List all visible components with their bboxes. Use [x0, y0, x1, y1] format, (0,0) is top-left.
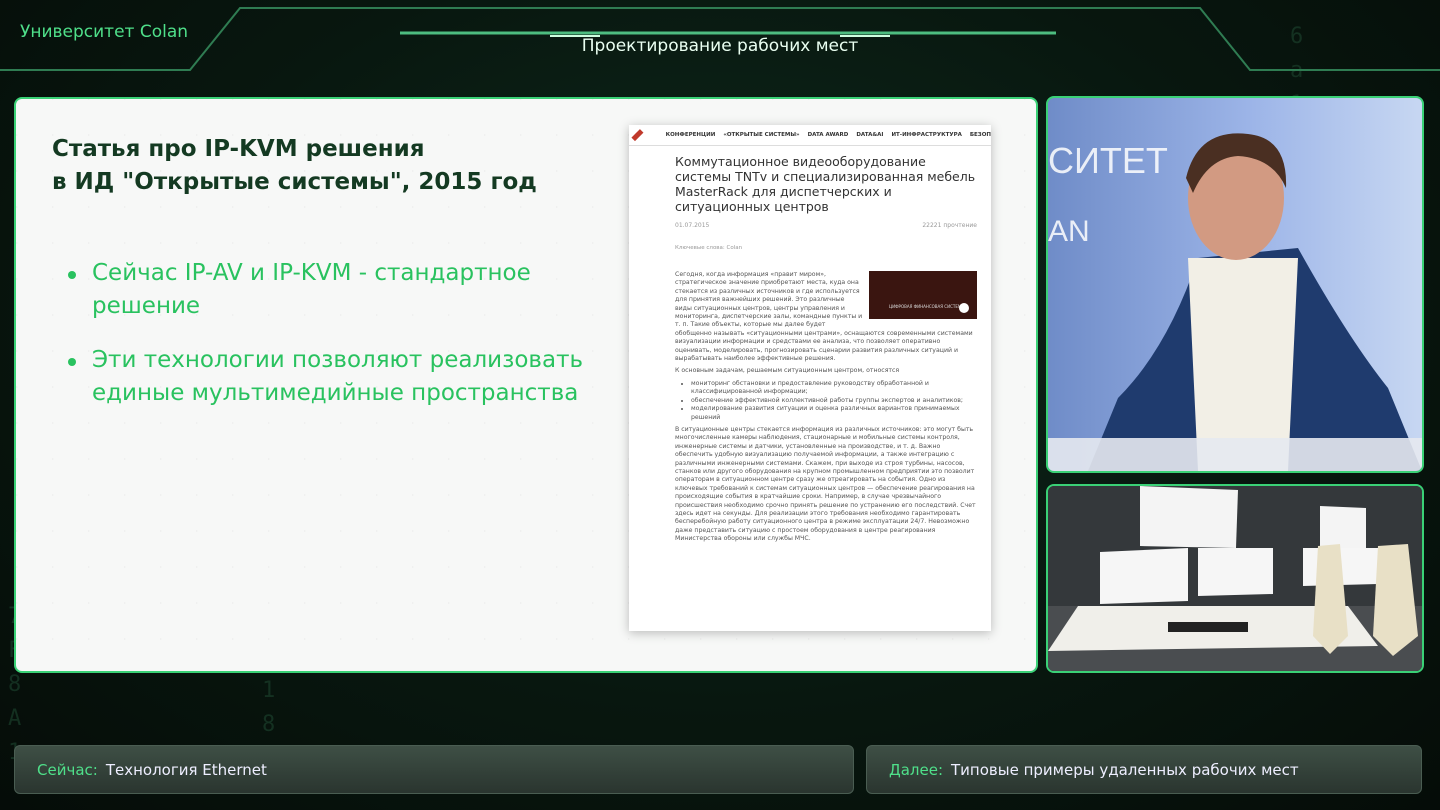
play-icon	[959, 303, 969, 313]
article-headline: Коммутационное видеооборудование системы…	[675, 154, 976, 214]
next-label: Далее:	[889, 760, 944, 779]
brand-logo-text: Университет Colan	[20, 22, 189, 42]
control-room-image	[1046, 484, 1424, 673]
next-value: Типовые примеры удаленных рабочих мест	[951, 760, 1299, 779]
bullet-item: Эти технологии позволяют реализовать еди…	[64, 344, 584, 410]
article-screenshot: КОНФЕРЕНЦИИ «ОТКРЫТЫЕ СИСТЕМЫ» DATA AWAR…	[629, 125, 991, 631]
site-logo-icon	[631, 129, 644, 141]
slide-bullets: Сейчас IP-AV и IP-KVM - стандартное реше…	[64, 257, 584, 431]
presenter-figure: СИТЕТ AN	[1048, 133, 1422, 471]
now-label: Сейчас:	[37, 760, 98, 779]
article-nav: КОНФЕРЕНЦИИ «ОТКРЫТЫЕ СИСТЕМЫ» DATA AWAR…	[629, 125, 991, 146]
now-playing-bar: Сейчас: Технология Ethernet	[14, 745, 854, 794]
bullet-item: Сейчас IP-AV и IP-KVM - стандартное реше…	[64, 257, 584, 323]
article-tasks-intro: К основным задачам, решаемым ситуационны…	[675, 367, 900, 375]
article-nav-item: КОНФЕРЕНЦИИ	[665, 132, 716, 138]
article-nav-item: ИТ-ИНФРАСТРУКТУРА	[891, 132, 962, 138]
article-tags: Ключевые слова: Colan	[675, 245, 743, 251]
article-meta: 01.07.2015 22221 прочтение	[675, 222, 977, 229]
article-main-text: В ситуационные центры стекается информац…	[675, 425, 976, 543]
article-nav-item: DATA AWARD	[807, 132, 849, 138]
article-video-thumbnail: ЦИФРОВАЯ ФИНАНСОВАЯ СИСТЕМА	[869, 271, 977, 319]
control-room-scene	[1048, 486, 1422, 671]
article-task: мониторинг обстановки и предоставление р…	[691, 380, 977, 397]
article-nav-item: БЕЗОП	[969, 132, 991, 138]
article-nav-item: DATA&AI	[856, 132, 884, 138]
now-value: Технология Ethernet	[105, 760, 267, 779]
presenter-video: СИТЕТ AN	[1046, 96, 1424, 473]
article-date: 01.07.2015	[675, 222, 710, 229]
article-task: моделирование развития ситуации и оценка…	[691, 405, 977, 422]
article-task-list: мониторинг обстановки и предоставление р…	[675, 380, 977, 422]
article-body: ЦИФРОВАЯ ФИНАНСОВАЯ СИСТЕМА Сегодня, ког…	[675, 271, 977, 544]
article-views: 22221 прочтение	[922, 222, 977, 229]
page-title: Проектирование рабочих мест	[581, 36, 859, 56]
svg-text:AN: AN	[1048, 215, 1090, 248]
article-nav-item: «ОТКРЫТЫЕ СИСТЕМЫ»	[723, 132, 800, 138]
article-task: обеспечение эффективной коллективной раб…	[691, 397, 977, 405]
video-caption: ЦИФРОВАЯ ФИНАНСОВАЯ СИСТЕМА	[889, 303, 965, 309]
up-next-bar: Далее: Типовые примеры удаленных рабочих…	[866, 745, 1422, 794]
presentation-slide: Статья про IP-KVM решения в ИД "Открытые…	[14, 97, 1038, 673]
svg-text:СИТЕТ: СИТЕТ	[1048, 140, 1168, 181]
slide-title: Статья про IP-KVM решения в ИД "Открытые…	[52, 136, 537, 195]
